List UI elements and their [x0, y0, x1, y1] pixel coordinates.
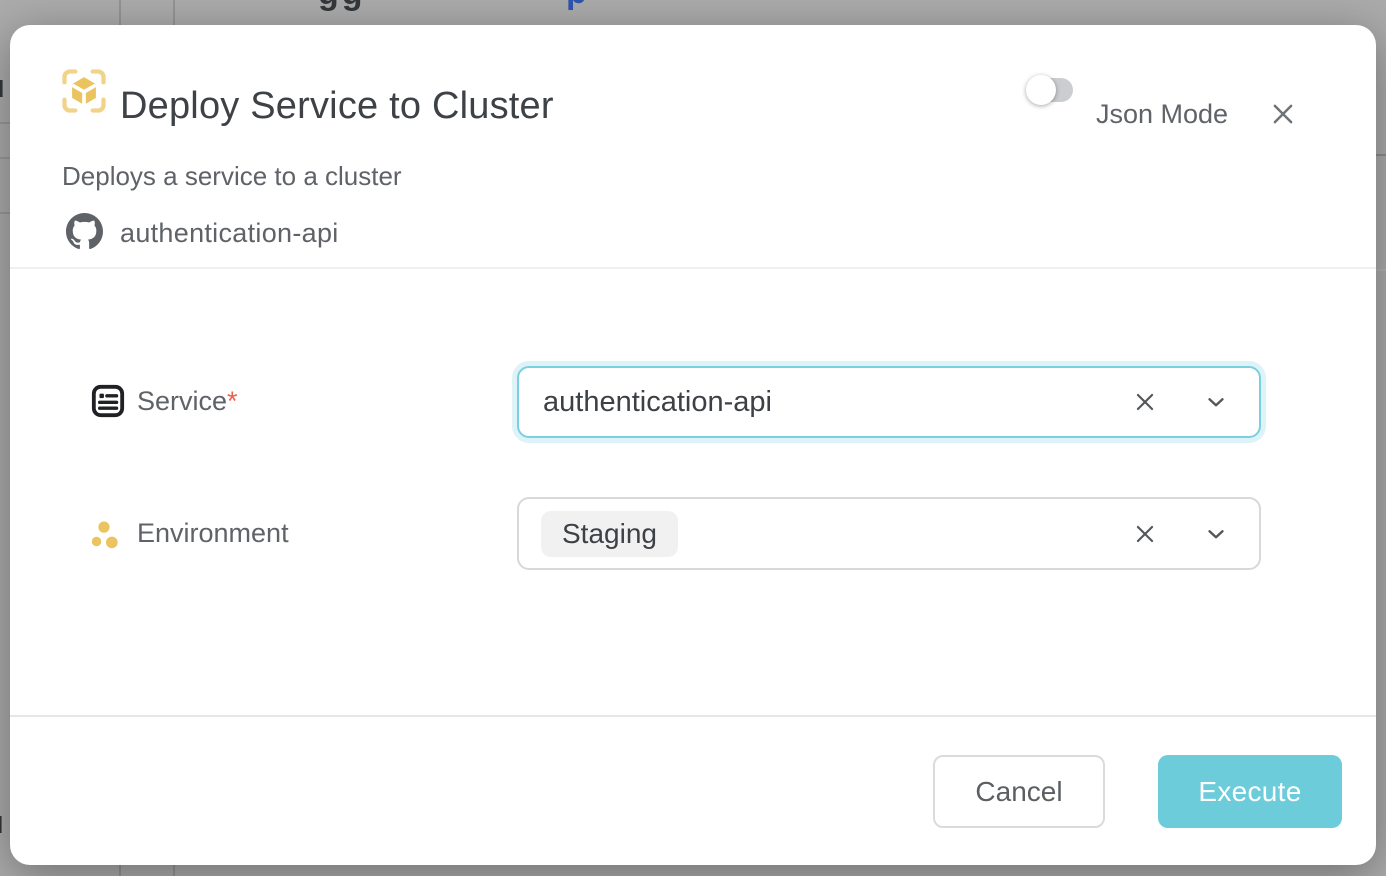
json-mode-toggle[interactable]: [1029, 78, 1073, 102]
backdrop-text-fragment: gg: [318, 0, 366, 13]
environment-field-label: Environment: [137, 518, 289, 549]
repository-name: authentication-api: [120, 218, 339, 249]
environment-dots-icon: [88, 517, 124, 553]
header-divider: [10, 267, 1376, 269]
backdrop-text-fragment: u: [0, 68, 5, 105]
service-field-label: Service*: [137, 386, 238, 417]
service-label-text: Service: [137, 386, 227, 416]
close-icon[interactable]: [1268, 99, 1298, 129]
toggle-knob: [1026, 75, 1056, 105]
service-list-icon: [90, 383, 126, 419]
modal-title: Deploy Service to Cluster: [120, 85, 554, 128]
json-mode-label: Json Mode: [1096, 99, 1228, 130]
footer-divider: [10, 715, 1376, 717]
backdrop-row-line: [1376, 269, 1386, 271]
chevron-down-icon[interactable]: [1203, 389, 1229, 415]
modal-description: Deploys a service to a cluster: [62, 161, 402, 192]
clear-icon[interactable]: [1132, 389, 1158, 415]
cancel-button[interactable]: Cancel: [933, 755, 1105, 828]
chevron-down-icon[interactable]: [1203, 521, 1229, 547]
github-icon: [66, 213, 103, 250]
execute-button[interactable]: Execute: [1158, 755, 1342, 828]
environment-chip: Staging: [541, 511, 678, 557]
environment-select[interactable]: Staging: [517, 497, 1261, 570]
service-select[interactable]: authentication-api: [517, 366, 1261, 438]
backdrop-row-line: [0, 122, 10, 124]
backdrop-link-fragment: p: [566, 0, 587, 12]
backdrop-table-line: [119, 0, 121, 25]
backdrop-text-fragment: u: [0, 804, 4, 841]
backdrop-table-line: [173, 865, 175, 876]
cube-scan-icon: [58, 65, 110, 117]
backdrop-table-line: [119, 865, 121, 876]
backdrop-table-line: [173, 0, 175, 25]
service-selected-value: authentication-api: [543, 386, 772, 419]
clear-icon[interactable]: [1132, 521, 1158, 547]
environment-label-text: Environment: [137, 518, 289, 548]
required-asterisk: *: [227, 386, 238, 416]
backdrop-row-line: [0, 212, 10, 214]
deploy-service-modal: Deploy Service to Cluster Json Mode Depl…: [10, 25, 1376, 865]
backdrop-row-line: [0, 157, 10, 159]
backdrop-row-line: [1376, 154, 1386, 156]
